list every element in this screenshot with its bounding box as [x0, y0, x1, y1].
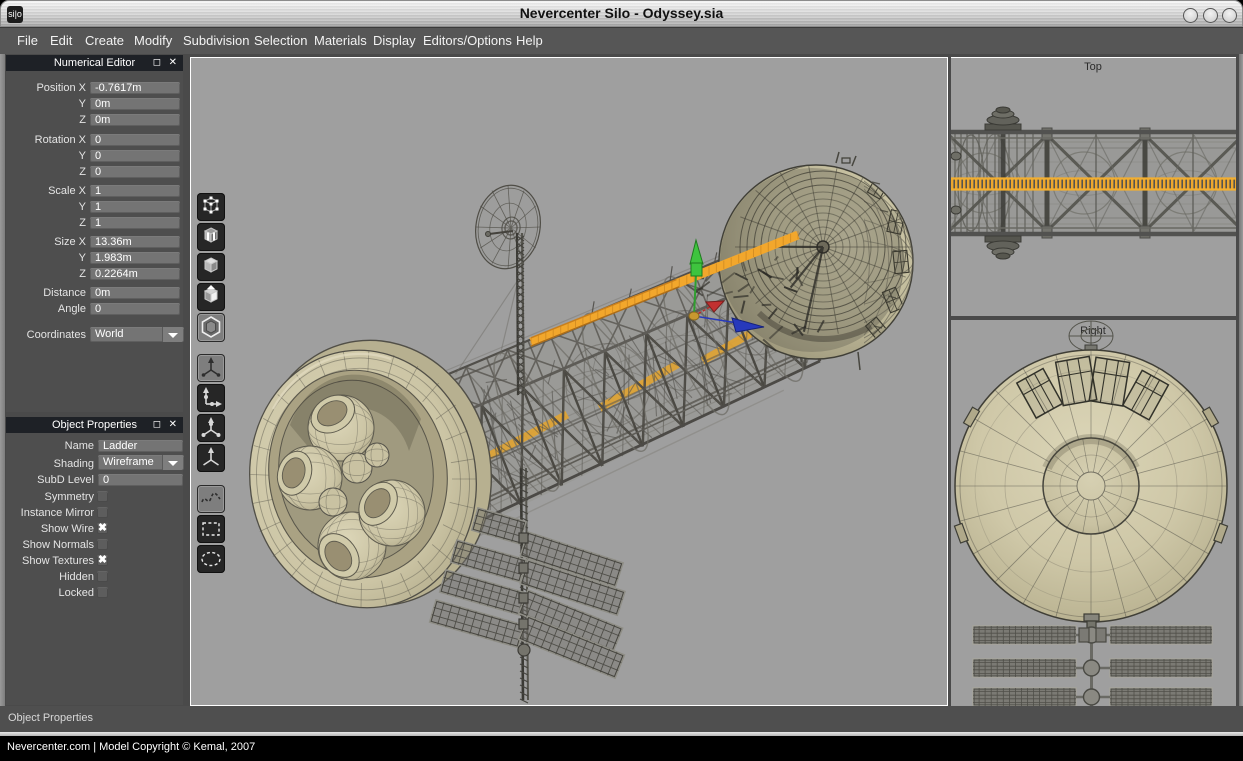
- svg-text:Top: Top: [1084, 61, 1102, 73]
